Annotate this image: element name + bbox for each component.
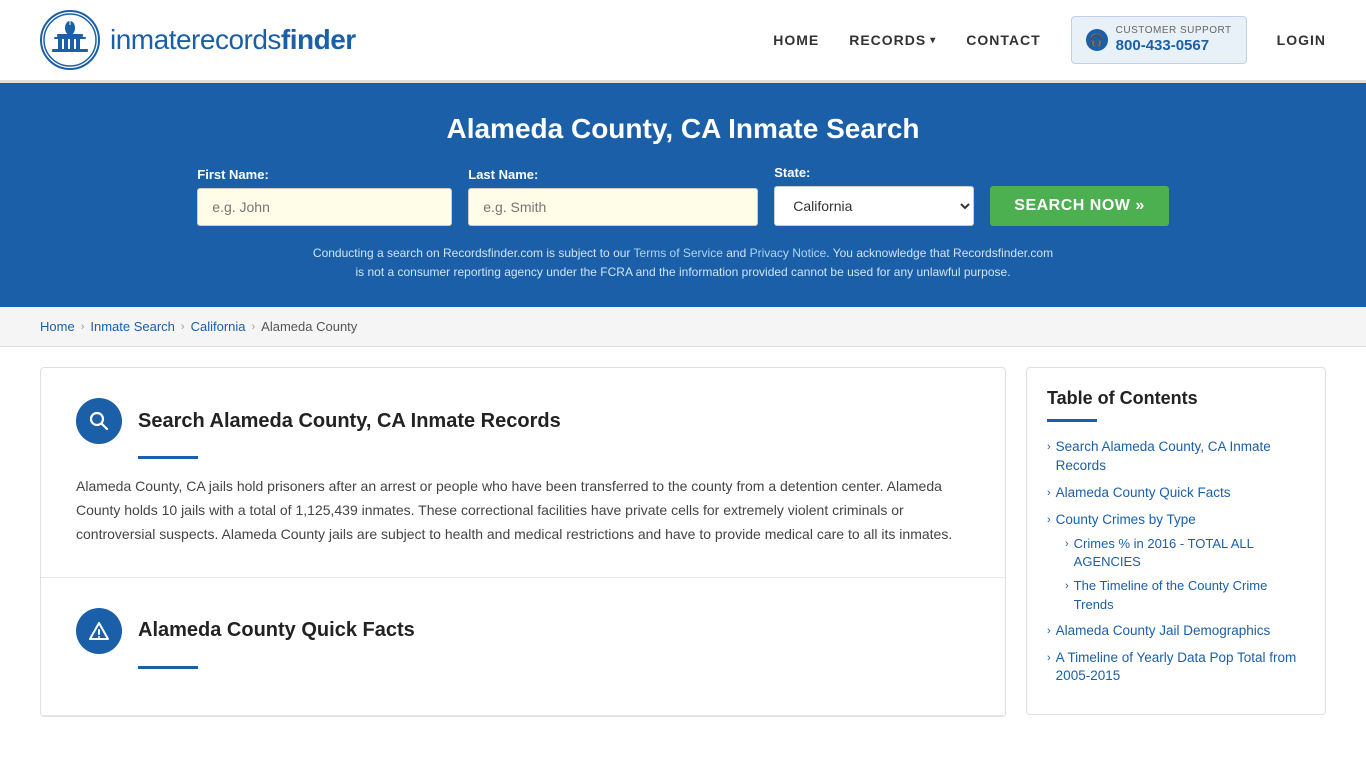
toc-item-4: › Alameda County Jail Demographics: [1047, 622, 1305, 641]
breadcrumb-county: Alameda County: [261, 319, 357, 334]
logo[interactable]: inmaterecordsfinder: [40, 10, 356, 70]
disclaimer-text: Conducting a search on Recordsfinder.com…: [308, 244, 1058, 282]
toc-sub-3: › Crimes % in 2016 - TOTAL ALL AGENCIES …: [1047, 535, 1305, 614]
section-inmate-records: Search Alameda County, CA Inmate Records…: [41, 368, 1005, 577]
main-nav: HOME RECORDS ▾ CONTACT 🎧 CUSTOMER SUPPOR…: [773, 16, 1326, 64]
last-name-group: Last Name:: [468, 167, 758, 226]
breadcrumb: Home › Inmate Search › California › Alam…: [0, 307, 1366, 347]
toc-link-4[interactable]: › Alameda County Jail Demographics: [1047, 622, 1305, 641]
last-name-input[interactable]: [468, 188, 758, 226]
breadcrumb-state[interactable]: California: [191, 319, 246, 334]
terms-link[interactable]: Terms of Service: [634, 246, 723, 260]
logo-text-regular: inmaterecords: [110, 24, 281, 55]
state-select[interactable]: California: [774, 186, 974, 226]
toc-title: Table of Contents: [1047, 388, 1305, 409]
toc-arrow-icon: ›: [1047, 513, 1051, 528]
support-label: CUSTOMER SUPPORT: [1116, 25, 1232, 37]
section1-body: Alameda County, CA jails hold prisoners …: [76, 475, 970, 546]
state-group: State: California: [774, 165, 974, 226]
table-of-contents: Table of Contents › Search Alameda Count…: [1026, 367, 1326, 715]
search-form: First Name: Last Name: State: California…: [40, 165, 1326, 226]
toc-arrow-icon: ›: [1047, 651, 1051, 666]
toc-link-1[interactable]: › Search Alameda County, CA Inmate Recor…: [1047, 438, 1305, 476]
breadcrumb-sep-3: ›: [252, 321, 256, 333]
nav-records[interactable]: RECORDS ▾: [849, 32, 936, 48]
toc-item-5: › A Timeline of Yearly Data Pop Total fr…: [1047, 649, 1305, 687]
toc-sub-item-3-2: › The Timeline of the County Crime Trend…: [1065, 577, 1305, 613]
breadcrumb-sep-2: ›: [181, 321, 185, 333]
section1-header: Search Alameda County, CA Inmate Records: [76, 398, 970, 444]
toc-arrow-icon: ›: [1047, 440, 1051, 455]
search-circle-icon: [76, 398, 122, 444]
section2-header: Alameda County Quick Facts: [76, 608, 970, 654]
toc-arrow-icon: ›: [1047, 624, 1051, 639]
toc-item-2: › Alameda County Quick Facts: [1047, 484, 1305, 503]
content-left: Search Alameda County, CA Inmate Records…: [40, 367, 1006, 716]
toc-link-3[interactable]: › County Crimes by Type: [1047, 511, 1305, 530]
logo-text-bold: finder: [281, 24, 356, 55]
section-quick-facts: Alameda County Quick Facts: [41, 578, 1005, 716]
toc-arrow-icon: ›: [1065, 579, 1069, 594]
customer-support-box[interactable]: 🎧 CUSTOMER SUPPORT 800-433-0567: [1071, 16, 1247, 64]
nav-home[interactable]: HOME: [773, 32, 819, 48]
toc-sub-link-3-1[interactable]: › Crimes % in 2016 - TOTAL ALL AGENCIES: [1065, 535, 1305, 571]
toc-sub-item-3-1: › Crimes % in 2016 - TOTAL ALL AGENCIES: [1065, 535, 1305, 571]
page-title: Alameda County, CA Inmate Search: [40, 113, 1326, 145]
breadcrumb-home[interactable]: Home: [40, 319, 75, 334]
alert-circle-icon: [76, 608, 122, 654]
support-number: 800-433-0567: [1116, 37, 1232, 55]
privacy-link[interactable]: Privacy Notice: [750, 246, 827, 260]
first-name-label: First Name:: [197, 167, 269, 182]
toc-list: › Search Alameda County, CA Inmate Recor…: [1047, 438, 1305, 686]
toc-arrow-icon: ›: [1047, 486, 1051, 501]
toc-link-5[interactable]: › A Timeline of Yearly Data Pop Total fr…: [1047, 649, 1305, 687]
section2-title: Alameda County Quick Facts: [138, 619, 415, 642]
section2-underline: [138, 666, 198, 669]
toc-item-3: › County Crimes by Type › Crimes % in 20…: [1047, 511, 1305, 614]
breadcrumb-inmate-search[interactable]: Inmate Search: [90, 319, 175, 334]
last-name-label: Last Name:: [468, 167, 538, 182]
toc-link-2[interactable]: › Alameda County Quick Facts: [1047, 484, 1305, 503]
chevron-down-icon: ▾: [930, 35, 936, 46]
login-button[interactable]: LOGIN: [1277, 32, 1326, 48]
search-button[interactable]: SEARCH NOW »: [990, 186, 1168, 226]
toc-item-1: › Search Alameda County, CA Inmate Recor…: [1047, 438, 1305, 476]
nav-contact[interactable]: CONTACT: [966, 32, 1040, 48]
toc-sub-link-3-2[interactable]: › The Timeline of the County Crime Trend…: [1065, 577, 1305, 613]
toc-arrow-icon: ›: [1065, 537, 1069, 552]
section1-title: Search Alameda County, CA Inmate Records: [138, 410, 561, 433]
site-header: inmaterecordsfinder HOME RECORDS ▾ CONTA…: [0, 0, 1366, 83]
logo-icon: [40, 10, 100, 70]
first-name-group: First Name:: [197, 167, 452, 226]
first-name-input[interactable]: [197, 188, 452, 226]
headset-icon: 🎧: [1086, 29, 1108, 51]
main-content: Search Alameda County, CA Inmate Records…: [0, 347, 1366, 736]
breadcrumb-sep-1: ›: [81, 321, 85, 333]
section1-underline: [138, 456, 198, 459]
hero-section: Alameda County, CA Inmate Search First N…: [0, 83, 1366, 307]
toc-divider: [1047, 419, 1097, 422]
state-label: State:: [774, 165, 810, 180]
